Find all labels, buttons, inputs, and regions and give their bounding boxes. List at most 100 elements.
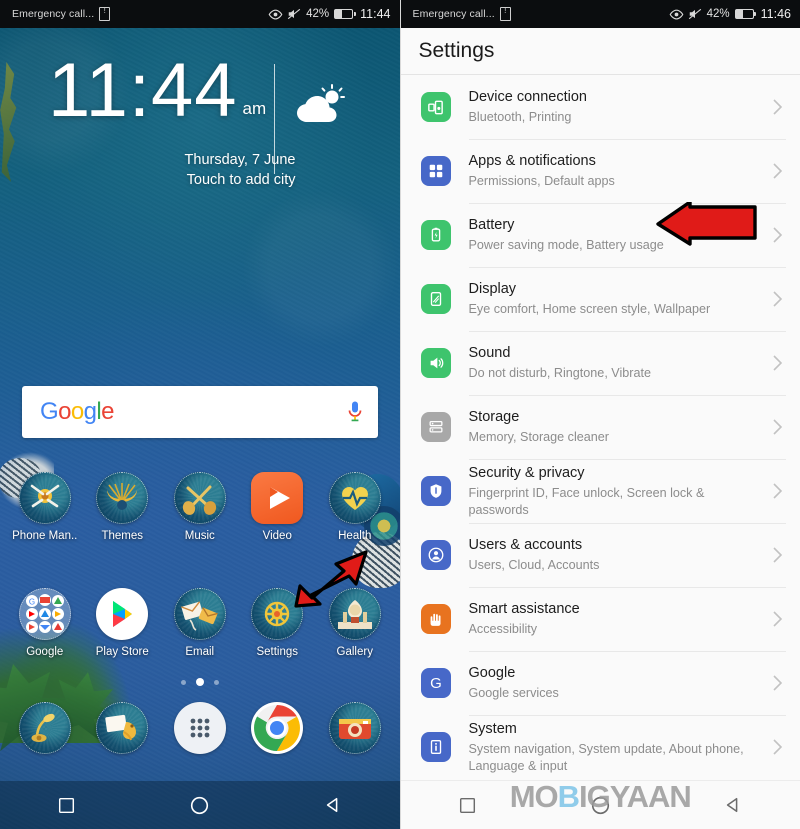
settings-list[interactable]: Device connection Bluetooth, Printing Ap… bbox=[400, 74, 800, 781]
chrome-icon bbox=[251, 702, 304, 754]
gallery-icon bbox=[328, 588, 381, 640]
dual-screenshot: Emergency call... 42% 11:44 11:44 am bbox=[0, 0, 800, 829]
settings-row-title: Users & accounts bbox=[468, 537, 583, 553]
settings-row-title: Google bbox=[468, 665, 516, 681]
settings-row-subtitle: Bluetooth, Printing bbox=[468, 110, 572, 124]
settings-row-security-privacy[interactable]: Security & privacy Fingerprint ID, Face … bbox=[401, 459, 800, 523]
page-dot[interactable] bbox=[213, 679, 219, 685]
sim-card-alert-icon bbox=[99, 6, 111, 21]
battery-percent-label: 42% bbox=[706, 8, 730, 20]
app-gallery[interactable]: Gallery bbox=[321, 588, 389, 658]
users-accounts-icon bbox=[420, 540, 451, 570]
settings-row-users-accounts[interactable]: Users & accounts Users, Cloud, Accounts bbox=[401, 523, 800, 587]
security-privacy-icon bbox=[420, 476, 451, 506]
settings-row-system[interactable]: System System navigation, System update,… bbox=[401, 715, 800, 779]
settings-row-storage[interactable]: Storage Memory, Storage cleaner bbox=[401, 395, 800, 459]
chevron-right-icon bbox=[772, 546, 786, 564]
volume-mute-icon bbox=[287, 8, 301, 20]
app-label: Music bbox=[184, 530, 215, 542]
settings-row-text: Apps & notifications Permissions, Defaul… bbox=[451, 152, 773, 190]
settings-row-text: Display Eye comfort, Home screen style, … bbox=[451, 280, 773, 318]
app-phone-manager[interactable]: Phone Man.. bbox=[11, 472, 79, 542]
app-label: Email bbox=[185, 646, 215, 658]
smart-assistance-icon bbox=[420, 604, 451, 634]
settings-row-title: System bbox=[468, 720, 517, 737]
home-icon[interactable] bbox=[183, 788, 217, 822]
clock-weather-widget[interactable]: 11:44 am Thursday, 7 June Touch to add c… bbox=[0, 53, 400, 206]
app-label: Google bbox=[26, 646, 64, 658]
settings-row-battery[interactable]: Battery Power saving mode, Battery usage bbox=[401, 203, 800, 267]
app-health[interactable]: Health bbox=[321, 472, 389, 542]
settings-row-subtitle: Power saving mode, Battery usage bbox=[468, 238, 664, 252]
dock-camera[interactable] bbox=[321, 702, 389, 754]
settings-row-apps-notifications[interactable]: Apps & notifications Permissions, Defaul… bbox=[401, 139, 800, 203]
settings-row-google[interactable]: G Google Google services bbox=[401, 651, 800, 715]
settings-row-text: Battery Power saving mode, Battery usage bbox=[451, 216, 773, 254]
clock-time-group: 11:44 am bbox=[48, 53, 266, 129]
app-label: Phone Man.. bbox=[12, 530, 78, 542]
page-title: Settings bbox=[418, 39, 495, 62]
page-dot[interactable] bbox=[180, 679, 186, 685]
home-navigation-bar bbox=[0, 781, 400, 829]
clock-subtext: Thursday, 7 June Touch to add city bbox=[0, 150, 296, 190]
settings-row-title: Battery bbox=[468, 217, 515, 233]
sim-card-alert-icon bbox=[499, 6, 511, 21]
app-settings[interactable]: Settings bbox=[243, 588, 311, 658]
settings-row-display[interactable]: Display Eye comfort, Home screen style, … bbox=[401, 267, 800, 331]
dock-messages[interactable] bbox=[88, 702, 156, 754]
dock-chrome[interactable] bbox=[243, 702, 311, 754]
status-bar-clock: 11:44 bbox=[360, 7, 391, 21]
dock-app-drawer[interactable] bbox=[166, 702, 234, 754]
page-dot-active[interactable] bbox=[195, 678, 204, 686]
watermark-text: MOBIGYAAN bbox=[509, 779, 692, 814]
recents-icon[interactable] bbox=[50, 788, 84, 822]
app-label: Play Store bbox=[95, 646, 149, 658]
system-icon bbox=[420, 732, 451, 762]
sound-icon bbox=[420, 348, 451, 378]
carrier-label: Emergency call... bbox=[12, 8, 95, 20]
settings-row-text: Smart assistance Accessibility bbox=[451, 600, 773, 638]
status-bar-clock: 11:46 bbox=[760, 7, 791, 21]
settings-row-text: Sound Do not disturb, Ringtone, Vibrate bbox=[451, 344, 773, 382]
chevron-right-icon bbox=[772, 610, 786, 628]
widget-divider bbox=[274, 64, 275, 174]
email-icon bbox=[173, 588, 226, 640]
app-music[interactable]: Music bbox=[166, 472, 234, 542]
back-icon[interactable] bbox=[316, 788, 350, 822]
settings-row-text: Device connection Bluetooth, Printing bbox=[451, 88, 773, 126]
themes-icon bbox=[96, 472, 149, 524]
settings-header: Settings bbox=[400, 28, 800, 74]
app-row-1: Phone Man.. Themes Music Video Health bbox=[0, 472, 400, 542]
home-screen-panel: Emergency call... 42% 11:44 11:44 am bbox=[0, 0, 400, 829]
app-email[interactable]: Email bbox=[166, 588, 234, 658]
partly-cloudy-icon bbox=[292, 84, 346, 128]
settings-row-subtitle: Fingerprint ID, Face unlock, Screen lock… bbox=[468, 485, 705, 517]
settings-row-smart-assistance[interactable]: Smart assistance Accessibility bbox=[401, 587, 800, 651]
settings-row-title: Smart assistance bbox=[468, 601, 580, 617]
clock-date: Thursday, 7 June bbox=[184, 152, 296, 168]
google-search-bar[interactable]: Google bbox=[22, 386, 378, 438]
google-icon: G bbox=[420, 668, 451, 698]
video-icon bbox=[251, 472, 304, 524]
status-bar-left: Emergency call... bbox=[12, 6, 111, 21]
settings-row-device-connection[interactable]: Device connection Bluetooth, Printing bbox=[401, 75, 800, 139]
app-row-2: G Google Play Store Email Settings Galle… bbox=[0, 588, 400, 658]
chevron-right-icon bbox=[772, 354, 786, 372]
dialer-icon bbox=[18, 702, 71, 754]
app-themes[interactable]: Themes bbox=[88, 472, 156, 542]
svg-text:G: G bbox=[430, 675, 442, 692]
chevron-right-icon bbox=[772, 98, 786, 116]
app-play-store[interactable]: Play Store bbox=[88, 588, 156, 658]
settings-row-sound[interactable]: Sound Do not disturb, Ringtone, Vibrate bbox=[401, 331, 800, 395]
settings-row-title: Sound bbox=[468, 345, 511, 361]
dock-phone[interactable] bbox=[11, 702, 79, 754]
settings-row-text: System System navigation, System update,… bbox=[451, 720, 773, 775]
chevron-right-icon bbox=[772, 482, 786, 500]
phone-manager-icon bbox=[18, 472, 71, 524]
chevron-right-icon bbox=[772, 674, 786, 692]
add-city-hint[interactable]: Touch to add city bbox=[0, 170, 296, 190]
microphone-icon[interactable] bbox=[347, 400, 362, 424]
app-video[interactable]: Video bbox=[243, 472, 311, 542]
home-status-bar: Emergency call... 42% 11:44 bbox=[0, 0, 400, 28]
app-google-folder[interactable]: G Google bbox=[11, 588, 79, 658]
